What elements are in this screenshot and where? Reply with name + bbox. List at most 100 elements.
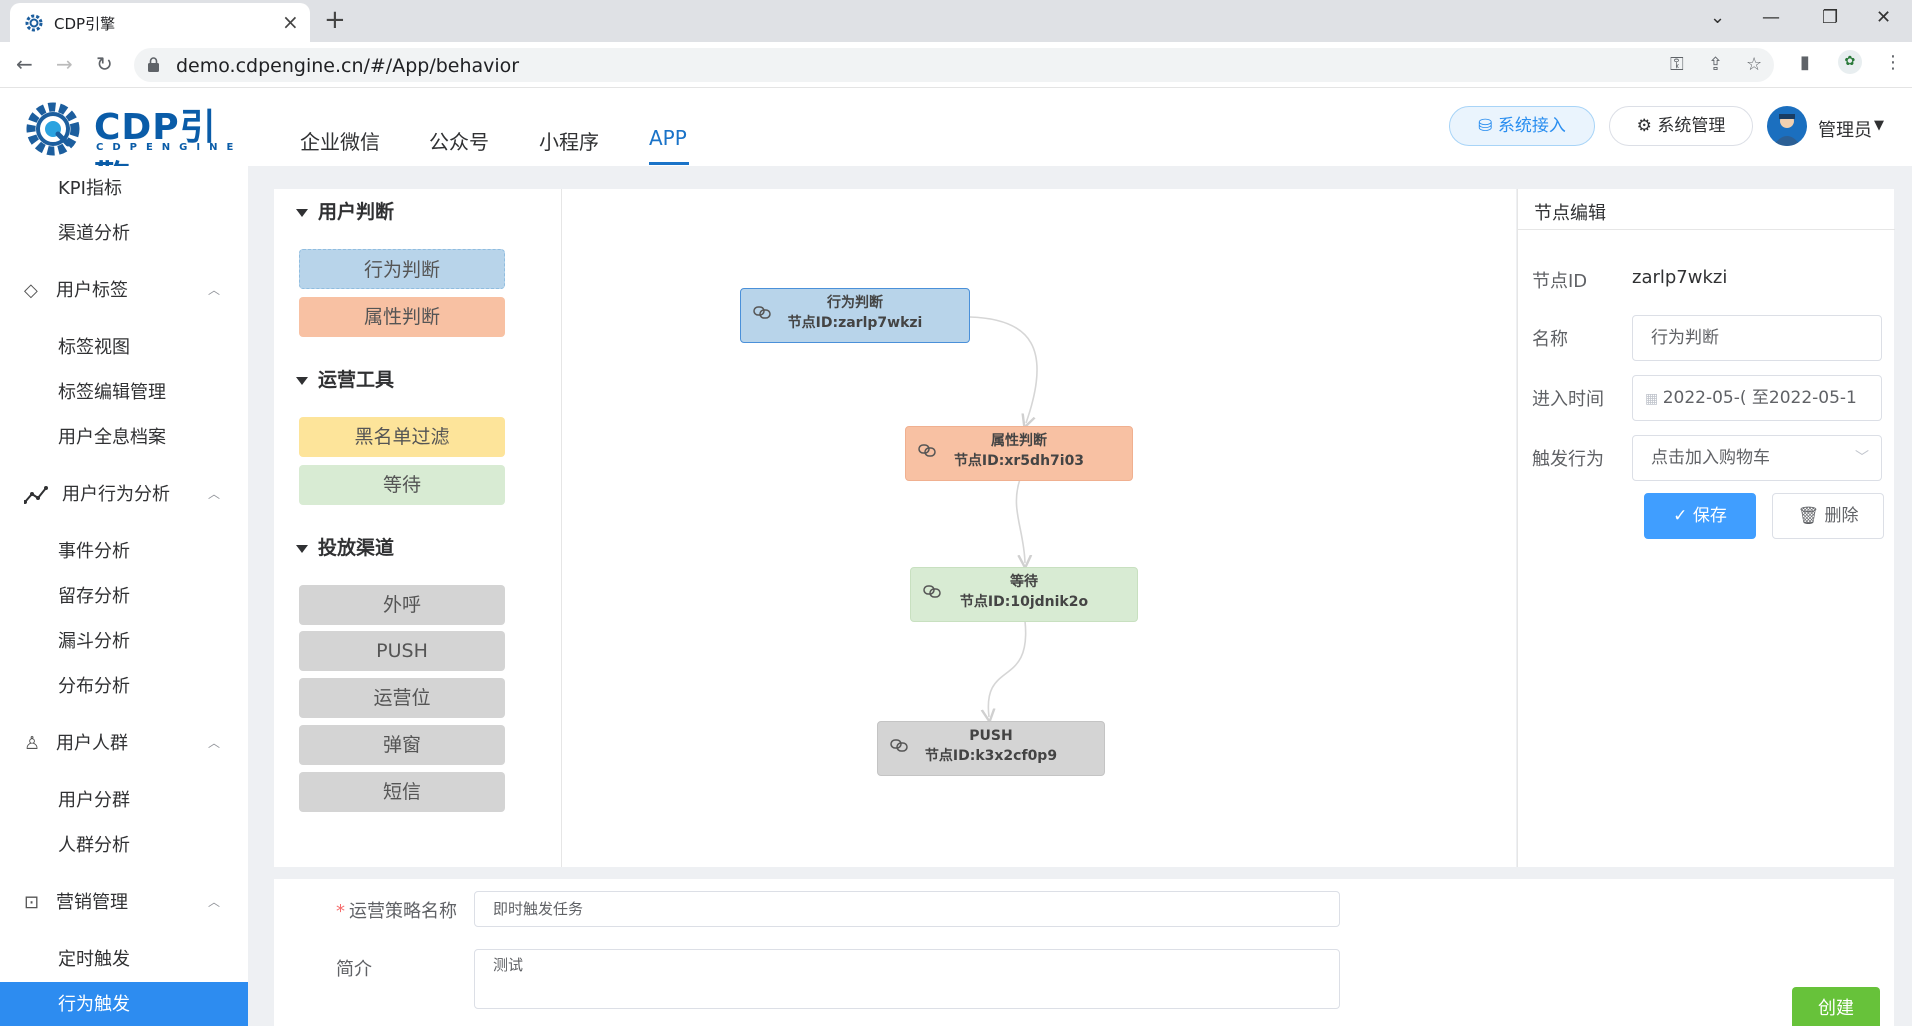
- sidebar-group-marketing[interactable]: ⊡ 营销管理 ︿: [0, 880, 248, 925]
- system-manage-button[interactable]: ⚙ 系统管理: [1609, 106, 1753, 146]
- node-type: 属性判断: [991, 433, 1047, 449]
- topnav-miniprogram[interactable]: 小程序: [539, 126, 599, 155]
- sidebar-item-behavior-trigger[interactable]: 行为触发: [0, 982, 248, 1026]
- tab-search-icon[interactable]: ⌄: [1710, 6, 1725, 30]
- palette-chip-ops-slot[interactable]: 运营位: [299, 678, 505, 718]
- save-label: 保存: [1692, 506, 1727, 526]
- enter-time-label: 进入时间: [1532, 389, 1604, 410]
- description-textarea[interactable]: 测试: [474, 949, 1340, 1009]
- calendar-icon: ▦: [1645, 391, 1663, 407]
- address-bar: ← → ↻ demo.cdpengine.cn/#/App/behavior ⚿…: [0, 42, 1912, 88]
- back-icon[interactable]: ←: [16, 52, 33, 76]
- browser-tabbar: CDP引擎 × + ⌄ — ❐ ✕: [0, 0, 1912, 42]
- flow-node-attr-judge[interactable]: 属性判断 节点ID:xr5dh7i03: [905, 426, 1133, 481]
- menu-dots-icon[interactable]: ⋮: [1884, 52, 1902, 73]
- sidebar-item-tag-edit[interactable]: 标签编辑管理: [0, 370, 248, 415]
- tab-close-icon[interactable]: ×: [282, 10, 299, 34]
- caret-down-icon: [296, 376, 308, 385]
- close-window-icon[interactable]: ✕: [1876, 6, 1891, 30]
- topnav-official-account[interactable]: 公众号: [429, 126, 489, 155]
- sidebar-item-kpi[interactable]: KPI指标: [0, 166, 248, 211]
- sidebar-item-label: 用户全息档案: [58, 427, 166, 448]
- sidebar-item-funnel[interactable]: 漏斗分析: [0, 619, 248, 664]
- sidebar-item-timed[interactable]: 定时触发: [0, 937, 248, 982]
- create-button[interactable]: 创建: [1792, 987, 1880, 1026]
- new-tab-icon[interactable]: +: [324, 6, 346, 34]
- delete-button[interactable]: 🗑 删除: [1772, 493, 1884, 539]
- sidebar-item-segment[interactable]: 用户分群: [0, 778, 248, 823]
- flow-node-push[interactable]: PUSH 节点ID:k3x2cf0p9: [877, 721, 1105, 776]
- key-icon[interactable]: ⚿: [1670, 54, 1684, 75]
- sidebar-item-event[interactable]: 事件分析: [0, 529, 248, 574]
- delete-label: 删除: [1824, 506, 1859, 526]
- chevron-up-icon: ︿: [208, 283, 221, 297]
- system-manage-label: 系统管理: [1657, 116, 1726, 136]
- palette-section-user-judge[interactable]: 用户判断: [296, 197, 394, 224]
- sidebar-item-label: 留存分析: [58, 586, 130, 607]
- sidebar-item-tag-view[interactable]: 标签视图: [0, 325, 248, 370]
- topnav-wecom[interactable]: 企业微信: [300, 126, 380, 155]
- sidepanel-icon[interactable]: ▮: [1800, 52, 1810, 73]
- topnav-app[interactable]: APP: [649, 126, 687, 150]
- palette-section-channels[interactable]: 投放渠道: [296, 533, 394, 560]
- restore-icon[interactable]: ❐: [1822, 6, 1838, 30]
- sidebar-group-label: 用户行为分析: [62, 484, 170, 505]
- sidebar-item-distribution[interactable]: 分布分析: [0, 664, 248, 709]
- connector-2: [1015, 478, 1025, 563]
- reload-icon[interactable]: ↻: [96, 52, 113, 76]
- user-name[interactable]: 管理员: [1818, 116, 1872, 142]
- strategy-name-input[interactable]: 即时触发任务: [474, 891, 1340, 927]
- star-icon[interactable]: ☆: [1746, 54, 1762, 75]
- enter-time-value: 2022-05-( 至2022-05-1: [1662, 388, 1857, 408]
- palette-chip-blacklist[interactable]: 黑名单过滤: [299, 417, 505, 457]
- node-id: 节点ID:k3x2cf0p9: [924, 748, 1058, 764]
- forward-icon[interactable]: →: [56, 52, 73, 76]
- sidebar-item-label: KPI指标: [58, 178, 122, 199]
- flow-node-behavior-judge[interactable]: 行为判断 节点ID:zarlp7wkzi: [740, 288, 970, 343]
- sidebar-item-label: 行为触发: [58, 994, 130, 1015]
- sidebar: KPI指标 渠道分析 ◇ 用户标签 ︿ 标签视图 标签编辑管理 用户全息档案 用…: [0, 166, 248, 1026]
- browser-tab[interactable]: CDP引擎 ×: [10, 3, 310, 42]
- sidebar-item-retention[interactable]: 留存分析: [0, 574, 248, 619]
- sidebar-item-crowd-analysis[interactable]: 人群分析: [0, 823, 248, 868]
- trigger-behavior-select[interactable]: 点击加入购物车 ﹀: [1632, 435, 1882, 481]
- palette-chip-push[interactable]: PUSH: [299, 631, 505, 671]
- caret-down-icon: [296, 544, 308, 553]
- system-access-button[interactable]: ⛁ 系统接入: [1449, 106, 1595, 146]
- sidebar-group-behavior[interactable]: 用户行为分析 ︿: [0, 472, 248, 517]
- omnibox[interactable]: demo.cdpengine.cn/#/App/behavior ⚿ ⇪ ☆: [134, 48, 1774, 82]
- node-editor-panel: 节点编辑 节点ID zarlp7wkzi 名称 行为判断 进入时间 ▦ 2022…: [1517, 189, 1895, 867]
- sidebar-group-label: 用户人群: [56, 733, 128, 754]
- palette-chip-sms[interactable]: 短信: [299, 772, 505, 812]
- sidebar-item-channel[interactable]: 渠道分析: [0, 211, 248, 256]
- node-palette: 用户判断 行为判断 属性判断 运营工具 黑名单过滤 等待 投放渠道 外呼 PUS…: [274, 189, 562, 867]
- save-button[interactable]: ✓ 保存: [1644, 493, 1756, 539]
- sidebar-item-label: 标签编辑管理: [58, 382, 166, 403]
- name-input[interactable]: 行为判断: [1632, 315, 1882, 361]
- sidebar-item-label: 用户分群: [58, 790, 130, 811]
- palette-chip-wait[interactable]: 等待: [299, 465, 505, 505]
- logo[interactable]: CDP引擎 CDPENGINE: [22, 94, 233, 200]
- palette-chip-call[interactable]: 外呼: [299, 585, 505, 625]
- editor-divider: [1518, 229, 1895, 230]
- sidebar-group-tags[interactable]: ◇ 用户标签 ︿: [0, 268, 248, 313]
- palette-chip-behavior-judge[interactable]: 行为判断: [299, 249, 505, 289]
- flow-canvas[interactable]: 行为判断 节点ID:zarlp7wkzi 属性判断 节点ID:xr5dh7i03…: [562, 189, 1516, 867]
- palette-chip-attr-judge[interactable]: 属性判断: [299, 297, 505, 337]
- palette-section-ops-tools[interactable]: 运营工具: [296, 365, 394, 392]
- minimize-icon[interactable]: —: [1762, 6, 1780, 30]
- trash-icon: 🗑: [1797, 506, 1825, 526]
- profile-icon[interactable]: ✿: [1838, 50, 1862, 74]
- avatar[interactable]: [1767, 106, 1807, 146]
- enter-time-range-picker[interactable]: ▦ 2022-05-( 至2022-05-1: [1632, 375, 1882, 421]
- sidebar-group-crowd[interactable]: ♙ 用户人群 ︿: [0, 721, 248, 766]
- node-id: 节点ID:10jdnik2o: [959, 594, 1089, 610]
- flow-node-wait[interactable]: 等待 节点ID:10jdnik2o: [910, 567, 1138, 622]
- chevron-down-icon: ﹀: [1855, 450, 1869, 466]
- sidebar-group-label: 营销管理: [56, 892, 128, 913]
- share-icon[interactable]: ⇪: [1708, 54, 1723, 75]
- caret-down-icon[interactable]: ▼: [1874, 118, 1884, 133]
- palette-chip-popup[interactable]: 弹窗: [299, 725, 505, 765]
- sidebar-item-profile[interactable]: 用户全息档案: [0, 415, 248, 460]
- sidebar-item-label: 漏斗分析: [58, 631, 130, 652]
